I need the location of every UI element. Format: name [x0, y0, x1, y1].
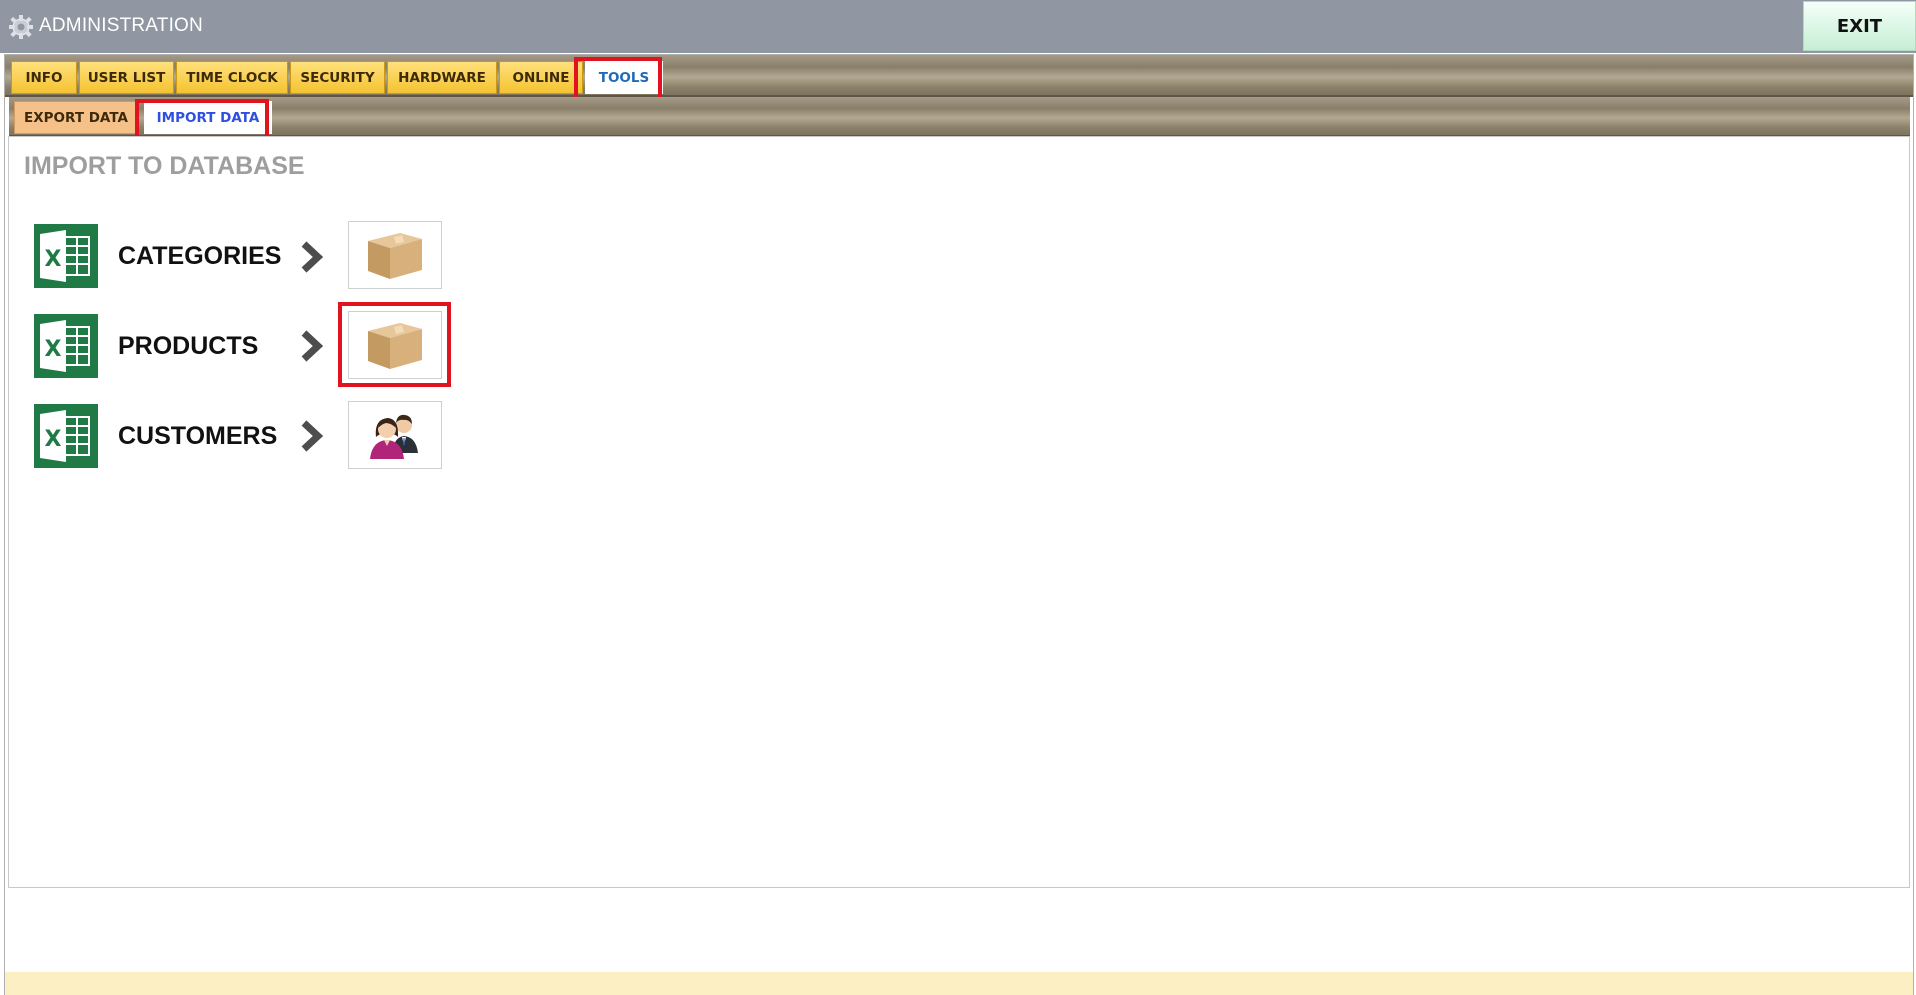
- box-icon: [368, 233, 422, 279]
- svg-text:X: X: [45, 337, 62, 362]
- chevron-right-icon: [301, 241, 324, 273]
- excel-icon: X: [34, 314, 98, 378]
- footer-bar: [5, 972, 1913, 995]
- tab-export-data[interactable]: EXPORT DATA: [14, 101, 138, 134]
- categories-label: CATEGORIES: [118, 242, 282, 270]
- excel-icon: X: [34, 224, 98, 288]
- customers-label: CUSTOMERS: [118, 422, 278, 450]
- products-label: PRODUCTS: [118, 332, 259, 360]
- tab-user-list[interactable]: USER LIST: [79, 61, 174, 94]
- tab-info[interactable]: INFO: [11, 61, 77, 94]
- gear-icon: [9, 15, 33, 39]
- customers-icon: [370, 414, 418, 459]
- window-title: ADMINISTRATION: [39, 15, 203, 36]
- svg-text:X: X: [45, 427, 62, 452]
- chevron-right-icon: [301, 420, 324, 452]
- excel-icon: X: [34, 404, 98, 468]
- exit-button[interactable]: EXIT: [1803, 1, 1916, 51]
- import-categories-button[interactable]: [348, 221, 442, 289]
- chevron-right-icon: [301, 330, 324, 362]
- tab-security[interactable]: SECURITY: [290, 61, 385, 94]
- tab-tools[interactable]: TOOLS: [585, 61, 663, 94]
- title-bar: ADMINISTRATION: [0, 0, 1916, 53]
- tab-import-data[interactable]: IMPORT DATA: [144, 101, 272, 134]
- sub-tab-strip: EXPORT DATA IMPORT DATA: [9, 97, 1910, 137]
- main-tab-strip: INFO USER LIST TIME CLOCK SECURITY HARDW…: [5, 55, 1913, 97]
- tab-online[interactable]: ONLINE: [499, 61, 583, 94]
- import-panel: [8, 136, 1910, 888]
- section-title: IMPORT TO DATABASE: [24, 152, 305, 180]
- tab-time-clock[interactable]: TIME CLOCK: [176, 61, 288, 94]
- tab-hardware[interactable]: HARDWARE: [387, 61, 497, 94]
- import-products-button[interactable]: [348, 311, 442, 379]
- box-icon: [368, 323, 422, 369]
- svg-text:X: X: [45, 247, 62, 272]
- import-customers-button[interactable]: [348, 401, 442, 469]
